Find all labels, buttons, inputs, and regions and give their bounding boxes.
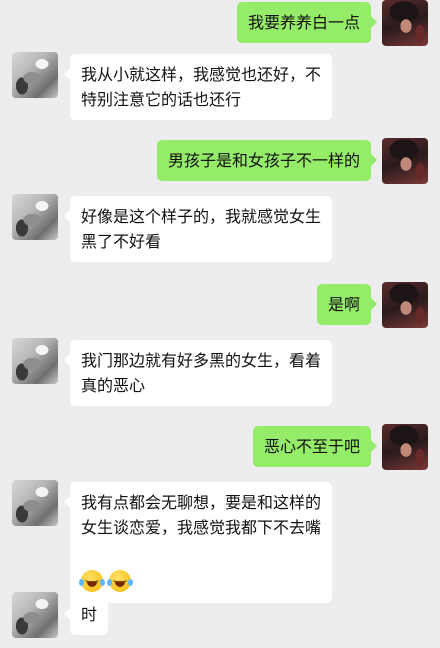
self-avatar[interactable] [382,282,428,328]
laughing-tears-emoji [79,569,105,592]
other-avatar[interactable] [12,480,58,526]
message-bubble-self[interactable]: 男孩子是和女孩子不一样的 [156,140,378,181]
message-bubble-self[interactable]: 我要养养白一点 [236,2,378,43]
message-bubble-other[interactable]: 我门那边就有好多黑的女生，看着 真的恶心 [63,340,333,406]
message-text: 恶心不至于吧 [263,437,360,456]
laughing-tears-emoji [107,569,133,592]
message-text: 男孩子是和女孩子不一样的 [167,151,360,170]
other-avatar[interactable] [12,338,58,384]
other-avatar[interactable] [12,52,58,98]
message-bubble-other[interactable]: 我从小就这样，我感觉也还好，不 特别注意它的话也还行 [63,54,333,120]
message-bubble-other[interactable]: 时 [63,594,109,635]
message-text: 时 [81,605,98,624]
message-bubble-other[interactable]: 好像是这个样子的，我就感觉女生 黑了不好看 [63,196,333,262]
message-text: 我门那边就有好多黑的女生，看着 真的恶心 [81,351,322,395]
other-avatar[interactable] [12,194,58,240]
other-avatar[interactable] [12,592,58,638]
self-avatar[interactable] [382,424,428,470]
message-text: 是啊 [327,295,360,314]
self-avatar[interactable] [382,138,428,184]
self-avatar[interactable] [382,0,428,46]
message-text: 我有点都会无聊想，要是和这样的 女生谈恋爱，我感觉我都下不去嘴 [81,493,322,537]
chat-thread: 我要养养白一点 我从小就这样，我感觉也还好，不 特别注意它的话也还行 男孩子是和… [0,0,440,648]
message-bubble-self[interactable]: 是啊 [316,284,378,325]
message-text: 好像是这个样子的，我就感觉女生 黑了不好看 [81,207,322,251]
message-text: 我从小就这样，我感觉也还好，不 特别注意它的话也还行 [81,65,322,109]
message-text: 我要养养白一点 [247,13,360,32]
message-bubble-other[interactable]: 我有点都会无聊想，要是和这样的 女生谈恋爱，我感觉我都下不去嘴 [63,482,333,603]
message-bubble-self[interactable]: 恶心不至于吧 [252,426,378,467]
